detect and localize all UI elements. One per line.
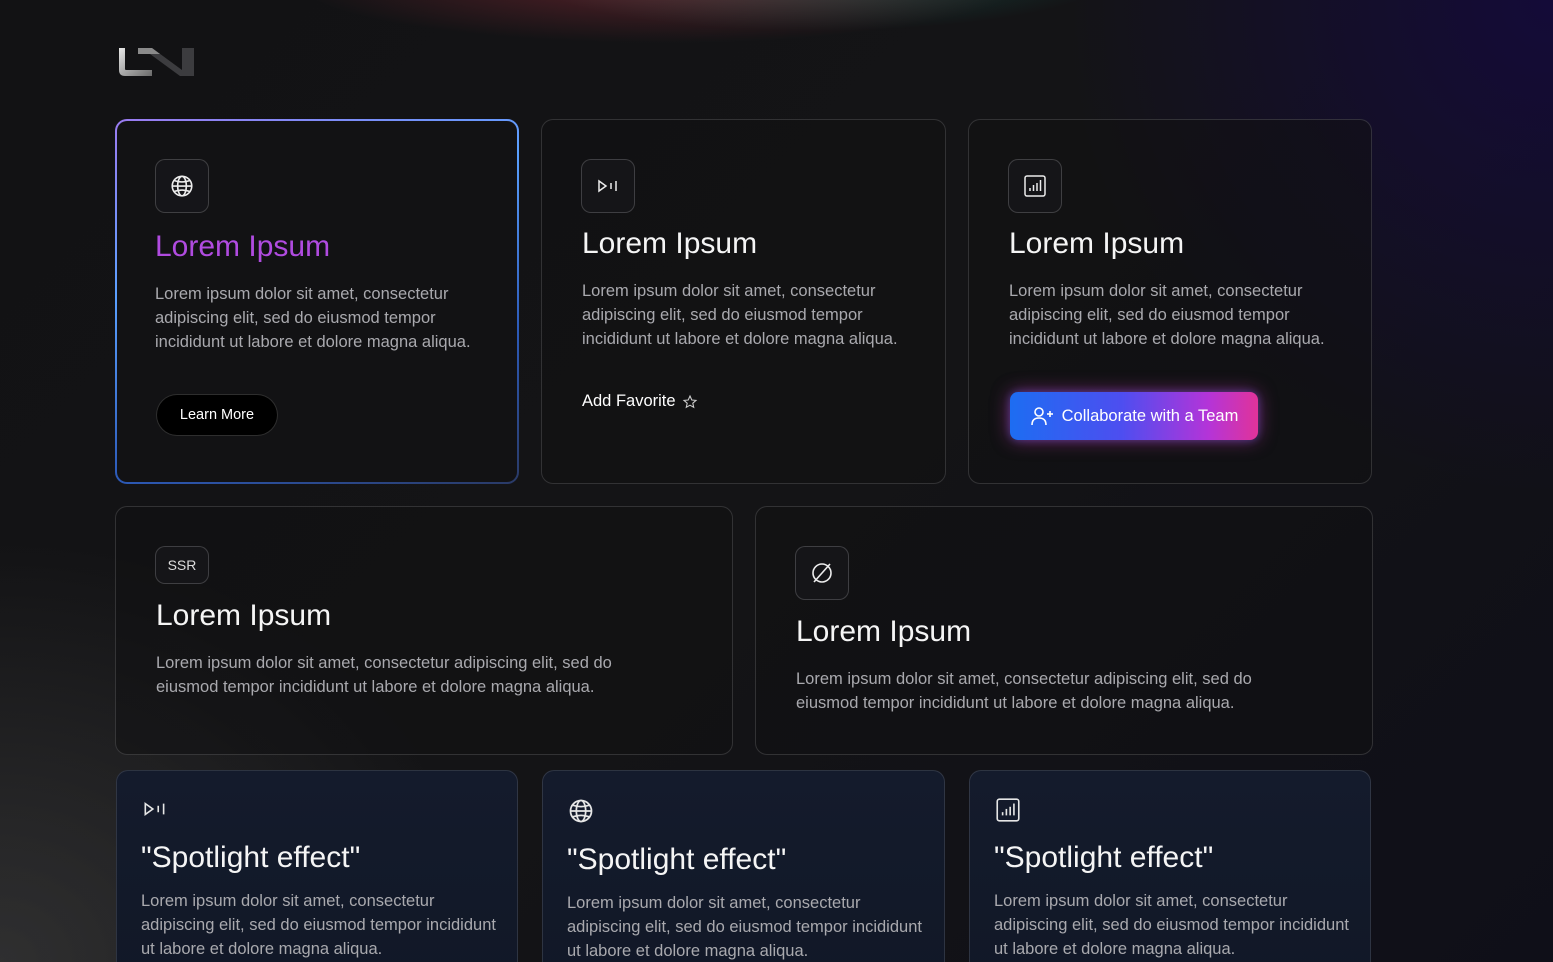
spotlight-title: "Spotlight effect" <box>994 841 1214 874</box>
feature-card-1[interactable]: Lorem Ipsum Lorem ipsum dolor sit amet, … <box>115 119 519 484</box>
add-favorite-label: Add Favorite <box>582 392 676 410</box>
spotlight-title: "Spotlight effect" <box>141 841 361 874</box>
card-border-glow-left <box>115 151 117 484</box>
empty-set-icon <box>795 546 849 600</box>
spotlight-card-3[interactable]: "Spotlight effect" Lorem ipsum dolor sit… <box>969 770 1371 962</box>
add-user-icon <box>1030 407 1053 426</box>
brand-logo[interactable] <box>116 44 196 80</box>
card-description: Lorem ipsum dolor sit amet, consectetur … <box>582 282 898 348</box>
feature-card-3[interactable]: Lorem Ipsum Lorem ipsum dolor sit amet, … <box>968 119 1372 484</box>
collaborate-team-button[interactable]: Collaborate with a Team <box>1010 392 1258 440</box>
bar-chart-icon <box>996 798 1020 822</box>
card-title: Lorem Ipsum <box>582 227 758 260</box>
spotlight-description: Lorem ipsum dolor sit amet, consectetur … <box>567 894 922 960</box>
feature-card-2[interactable]: Lorem Ipsum Lorem ipsum dolor sit amet, … <box>541 119 946 484</box>
card-title: Lorem Ipsum <box>796 615 972 648</box>
collaborate-team-label: Collaborate with a Team <box>1061 406 1239 425</box>
globe-icon <box>155 159 209 213</box>
card-border-glow-bottom <box>115 482 387 484</box>
globe-icon <box>569 799 593 823</box>
card-title: Lorem Ipsum <box>156 599 332 632</box>
card-description: Lorem ipsum dolor sit amet, consectetur … <box>796 670 1252 712</box>
ssr-icon: SSR <box>155 546 209 584</box>
spotlight-description: Lorem ipsum dolor sit amet, consectetur … <box>141 892 496 958</box>
card-title: Lorem Ipsum <box>1009 227 1185 260</box>
star-icon <box>682 394 697 408</box>
card-description: Lorem ipsum dolor sit amet, consectetur … <box>156 654 612 696</box>
ssr-icon-label: SSR <box>167 557 197 573</box>
learn-more-button[interactable]: Learn More <box>156 394 278 436</box>
add-favorite-link[interactable]: Add Favorite <box>582 392 698 411</box>
card-description: Lorem ipsum dolor sit amet, consectetur … <box>1009 282 1325 348</box>
spotlight-card-2[interactable]: "Spotlight effect" Lorem ipsum dolor sit… <box>542 770 945 962</box>
feature-card-5[interactable]: Lorem Ipsum Lorem ipsum dolor sit amet, … <box>755 506 1373 755</box>
spotlight-card-1[interactable]: "Spotlight effect" Lorem ipsum dolor sit… <box>116 770 518 962</box>
play-pause-icon <box>581 159 635 213</box>
spotlight-description: Lorem ipsum dolor sit amet, consectetur … <box>994 892 1349 958</box>
bar-chart-icon <box>1008 159 1062 213</box>
card-title: Lorem Ipsum <box>155 230 331 263</box>
play-pause-icon <box>144 802 165 816</box>
spotlight-title: "Spotlight effect" <box>567 843 787 876</box>
card-description: Lorem ipsum dolor sit amet, consectetur … <box>155 285 471 351</box>
feature-card-4[interactable]: SSR Lorem Ipsum Lorem ipsum dolor sit am… <box>115 506 733 755</box>
